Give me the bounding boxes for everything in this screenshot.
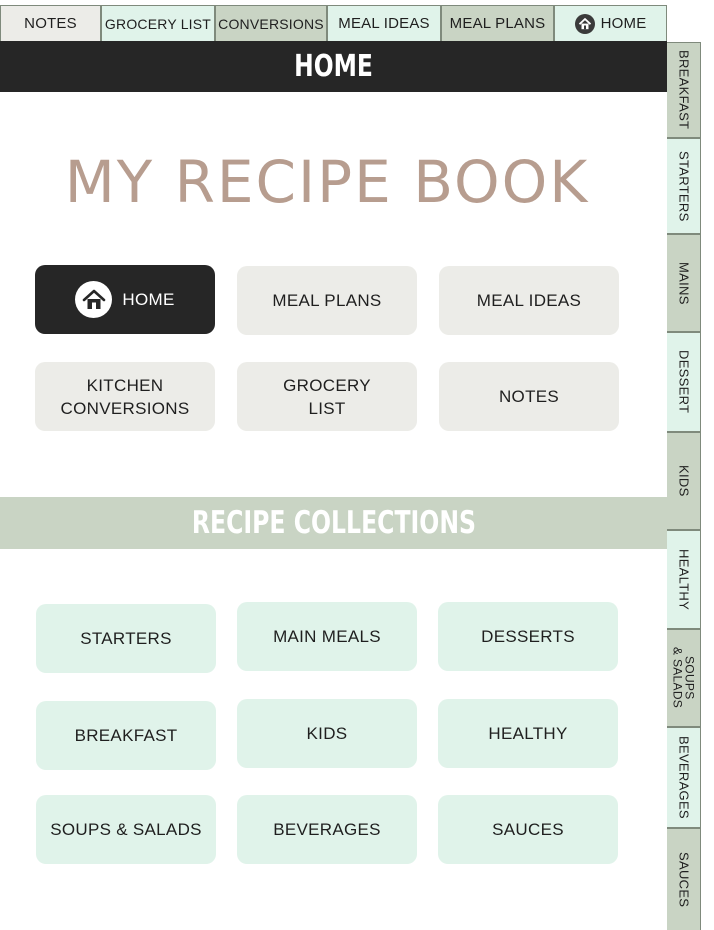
recipe-book-page: NOTES GROCERY LIST CONVERSIONS MEAL IDEA…: [0, 0, 714, 930]
recipe-collections-header: RECIPE COLLECTIONS: [0, 497, 667, 549]
meal-plans-button[interactable]: MEAL PLANS: [237, 266, 417, 335]
collection-starters-button[interactable]: STARTERS: [36, 604, 216, 673]
side-tab-soups-salads[interactable]: SOUPS & SALADS: [667, 629, 701, 727]
side-tab-breakfast[interactable]: BREAKFAST: [667, 42, 701, 138]
meal-ideas-button[interactable]: MEAL IDEAS: [439, 266, 619, 335]
kitchen-conversions-button[interactable]: KITCHEN CONVERSIONS: [35, 362, 215, 431]
page-header-bar: HOME: [0, 41, 667, 92]
notes-button[interactable]: NOTES: [439, 362, 619, 431]
meal-ideas-label: MEAL IDEAS: [476, 291, 582, 310]
collection-label: SOUPS & SALADS: [50, 819, 202, 839]
collection-soups-salads-button[interactable]: SOUPS & SALADS: [36, 795, 216, 864]
side-tab-healthy[interactable]: HEALTHY: [667, 530, 701, 629]
tab-label: CONVERSIONS: [218, 15, 324, 32]
meal-plans-label: MEAL PLANS: [272, 291, 382, 310]
side-tab-kids[interactable]: KIDS: [667, 432, 701, 530]
collection-main-meals-button[interactable]: MAIN MEALS: [237, 602, 417, 671]
grocery-list-button[interactable]: GROCERY LIST: [237, 362, 417, 431]
collection-label: MAIN MEALS: [273, 626, 381, 646]
side-tab-label-line-1: SOUPS: [682, 656, 697, 700]
top-tab-bar: NOTES GROCERY LIST CONVERSIONS MEAL IDEA…: [0, 5, 667, 41]
collection-label: DESSERTS: [481, 626, 575, 646]
side-tab-label: STARTERS: [676, 150, 692, 222]
tab-label: NOTES: [24, 15, 77, 32]
collection-label: BREAKFAST: [74, 725, 178, 745]
side-tab-label: KIDS: [676, 465, 692, 497]
tab-home[interactable]: HOME: [554, 5, 667, 41]
collection-label: BEVERAGES: [273, 819, 381, 839]
side-tab-label: BREAKFAST: [676, 50, 692, 130]
collection-beverages-button[interactable]: BEVERAGES: [237, 795, 417, 864]
side-tab-label: MAINS: [676, 261, 692, 305]
collection-breakfast-button[interactable]: BREAKFAST: [36, 701, 216, 770]
collection-label: SAUCES: [492, 819, 564, 839]
home-button[interactable]: HOME: [35, 265, 215, 334]
side-tab-beverages[interactable]: BEVERAGES: [667, 727, 701, 828]
side-tab-label: SAUCES: [676, 851, 692, 908]
side-tab-label-line-2: & SALADS: [670, 647, 685, 709]
side-tab-label: DESSERT: [676, 350, 692, 414]
kitchen-conversions-line-2: CONVERSIONS: [60, 398, 190, 418]
collection-label: KIDS: [306, 723, 348, 743]
collection-kids-button[interactable]: KIDS: [237, 699, 417, 768]
collection-sauces-button[interactable]: SAUCES: [438, 795, 618, 864]
tab-label: HOME: [600, 15, 647, 32]
side-tab-sauces[interactable]: SAUCES: [667, 828, 701, 930]
tab-grocery-list[interactable]: GROCERY LIST: [101, 5, 215, 41]
collection-label: HEALTHY: [488, 723, 568, 743]
collection-healthy-button[interactable]: HEALTHY: [438, 699, 618, 768]
grocery-list-label: GROCERY LIST: [283, 374, 371, 420]
tab-notes[interactable]: NOTES: [0, 5, 101, 41]
side-tab-dessert[interactable]: DESSERT: [667, 332, 701, 432]
grocery-list-line-2: LIST: [308, 398, 346, 418]
section-title: RECIPE COLLECTIONS: [191, 505, 476, 541]
tab-meal-ideas[interactable]: MEAL IDEAS: [327, 5, 441, 41]
side-tab-mains[interactable]: MAINS: [667, 234, 701, 332]
side-tab-label: BEVERAGES: [676, 736, 692, 819]
book-title: MY RECIPE BOOK: [64, 148, 590, 216]
kitchen-conversions-line-1: KITCHEN: [86, 375, 164, 395]
tab-label: MEAL PLANS: [449, 15, 546, 32]
tab-label: GROCERY LIST: [104, 15, 212, 32]
home-icon: [75, 281, 113, 318]
home-icon: [574, 13, 595, 34]
notes-label: NOTES: [498, 387, 560, 406]
collection-desserts-button[interactable]: DESSERTS: [438, 602, 618, 671]
tab-meal-plans[interactable]: MEAL PLANS: [441, 5, 554, 41]
tab-conversions[interactable]: CONVERSIONS: [215, 5, 327, 41]
tab-label: MEAL IDEAS: [338, 15, 430, 32]
grocery-list-line-1: GROCERY: [283, 375, 371, 395]
page-title: HOME: [294, 49, 373, 84]
kitchen-conversions-label: KITCHEN CONVERSIONS: [61, 374, 190, 420]
side-tab-label: HEALTHY: [676, 548, 692, 611]
side-tab-label: SOUPS & SALADS: [670, 647, 697, 709]
home-button-label: HOME: [122, 290, 175, 309]
collection-label: STARTERS: [80, 628, 172, 648]
side-tab-starters[interactable]: STARTERS: [667, 138, 701, 234]
